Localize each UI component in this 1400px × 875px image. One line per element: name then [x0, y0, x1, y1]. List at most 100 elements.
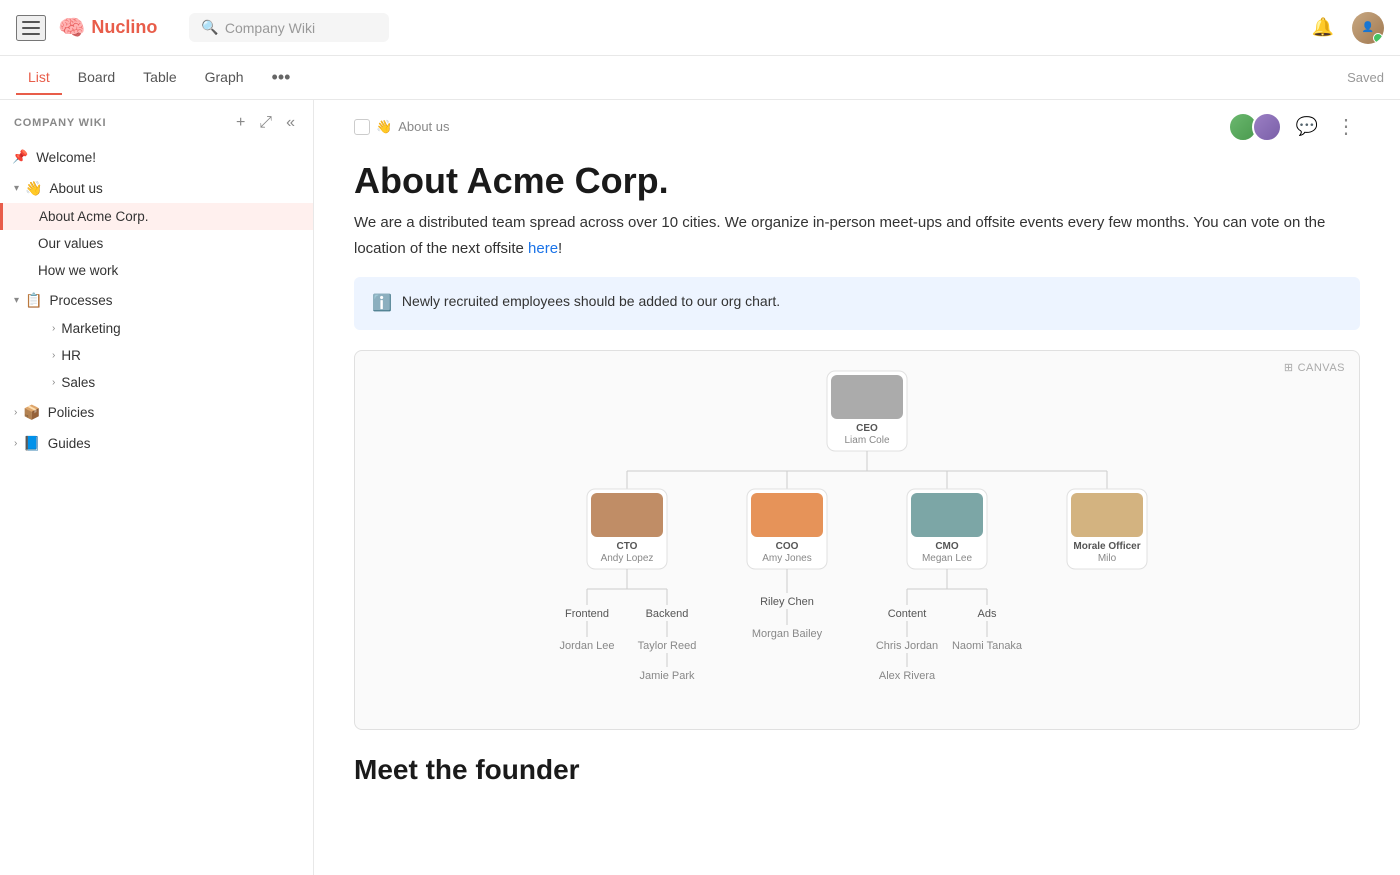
- search-placeholder: Company Wiki: [225, 20, 315, 36]
- body-text-1: We are a distributed team spread across …: [354, 214, 1325, 257]
- sidebar: COMPANY WIKI + ⤢ « 📌 Welcome! ▾ 👋 About …: [0, 100, 314, 875]
- sidebar-item-sales[interactable]: › Sales ☐: [0, 369, 313, 396]
- top-nav: 🧠 Nuclino 🔍 Company Wiki 🔔 👤: [0, 0, 1400, 56]
- tab-list[interactable]: List: [16, 61, 62, 95]
- tab-more-button[interactable]: •••: [264, 63, 299, 92]
- user-avatar[interactable]: 👤: [1352, 12, 1384, 44]
- search-icon: 🔍: [201, 19, 218, 36]
- svg-text:CTO: CTO: [617, 541, 638, 552]
- coo-node[interactable]: COO Amy Jones: [747, 489, 827, 569]
- collab-avatar-2: [1252, 112, 1282, 142]
- riley-chen-label: Riley Chen: [760, 596, 814, 608]
- cto-node[interactable]: CTO Andy Lopez: [587, 489, 667, 569]
- meet-founder-title: Meet the founder: [354, 754, 1360, 786]
- tab-table[interactable]: Table: [131, 61, 188, 95]
- logo-text: Nuclino: [91, 17, 157, 38]
- hamburger-button[interactable]: [16, 15, 46, 41]
- body-paragraph-1: We are a distributed team spread across …: [354, 210, 1360, 261]
- morgan-bailey-label: Morgan Bailey: [752, 628, 823, 640]
- chevron-right-policies: ›: [14, 407, 17, 418]
- chevron-right-marketing: ›: [52, 323, 55, 334]
- cmo-node[interactable]: CMO Megan Lee: [907, 489, 987, 569]
- sidebar-title: COMPANY WIKI: [14, 117, 106, 129]
- morale-officer-node[interactable]: Morale Officer Milo: [1067, 489, 1147, 569]
- breadcrumb-text: About us: [398, 119, 449, 134]
- breadcrumb: 👋 About us: [354, 119, 450, 135]
- chevron-right-sales: ›: [52, 377, 55, 388]
- breadcrumb-icon: 👋: [376, 119, 392, 135]
- chevron-right-guides: ›: [14, 438, 17, 449]
- add-item-button[interactable]: +: [232, 112, 249, 134]
- sidebar-item-marketing[interactable]: › Marketing ☐: [0, 315, 313, 342]
- doc-header-actions: 💬 ⋮: [1228, 110, 1360, 143]
- jamie-park-label: Jamie Park: [639, 670, 695, 682]
- main-layout: COMPANY WIKI + ⤢ « 📌 Welcome! ▾ 👋 About …: [0, 100, 1400, 875]
- tab-graph[interactable]: Graph: [193, 61, 256, 95]
- saved-label: Saved: [1347, 70, 1384, 85]
- canvas-label: ⊞ CANVAS: [1284, 361, 1345, 374]
- content-area: 👋 About us 💬 ⋮ About Acme Corp. We are a…: [314, 100, 1400, 875]
- document-body: We are a distributed team spread across …: [314, 210, 1400, 786]
- sidebar-label-how-we-work: How we work: [38, 263, 288, 278]
- sidebar-item-about-acme[interactable]: About Acme Corp. ☐: [0, 203, 313, 230]
- sidebar-label-processes: Processes: [49, 293, 288, 308]
- svg-text:Amy Jones: Amy Jones: [762, 553, 811, 564]
- info-callout: ℹ️ Newly recruited employees should be a…: [354, 277, 1360, 330]
- sidebar-label-welcome: Welcome!: [36, 150, 96, 165]
- callout-text: Newly recruited employees should be adde…: [402, 291, 780, 312]
- search-bar[interactable]: 🔍 Company Wiki: [189, 13, 389, 42]
- sidebar-item-our-values[interactable]: Our values ☐: [0, 230, 313, 257]
- logo[interactable]: 🧠 Nuclino: [58, 15, 157, 41]
- expand-button[interactable]: ⤢: [255, 112, 276, 134]
- sidebar-item-hr[interactable]: › HR ☐: [0, 342, 313, 369]
- ceo-node[interactable]: CEO Liam Cole: [827, 371, 907, 451]
- sidebar-item-processes[interactable]: ▾ 📋 Processes ☐: [0, 286, 313, 315]
- sidebar-header: COMPANY WIKI + ⤢ «: [0, 100, 313, 142]
- collapse-sidebar-button[interactable]: «: [282, 112, 299, 134]
- sidebar-item-guides[interactable]: › 📘 Guides ☐: [0, 429, 313, 458]
- sidebar-item-welcome[interactable]: 📌 Welcome!: [0, 142, 313, 172]
- svg-text:Andy Lopez: Andy Lopez: [601, 553, 654, 564]
- svg-text:CMO: CMO: [935, 541, 959, 552]
- document-title: About Acme Corp.: [314, 143, 1400, 210]
- sidebar-label-about-us: About us: [49, 181, 288, 196]
- comment-button[interactable]: 💬: [1292, 112, 1322, 141]
- svg-text:COO: COO: [776, 541, 799, 552]
- pin-icon: 📌: [12, 149, 28, 165]
- ads-label: Ads: [978, 608, 997, 620]
- sidebar-group-guides: › 📘 Guides ☐: [0, 429, 313, 458]
- chevron-right-hr: ›: [52, 350, 55, 361]
- canvas-text: CANVAS: [1298, 362, 1345, 374]
- bell-button[interactable]: 🔔: [1308, 13, 1338, 42]
- policies-icon: 📦: [23, 404, 40, 421]
- chevron-down-icon-processes: ▾: [14, 295, 19, 306]
- chevron-down-icon: ▾: [14, 183, 19, 194]
- sidebar-item-about-us[interactable]: ▾ 👋 About us ☐: [0, 174, 313, 203]
- doc-checkbox[interactable]: [354, 119, 370, 135]
- sidebar-item-how-we-work[interactable]: How we work ☐: [0, 257, 313, 284]
- sidebar-label-about-acme: About Acme Corp.: [39, 209, 288, 224]
- about-us-icon: 👋: [25, 180, 42, 197]
- processes-icon: 📋: [25, 292, 42, 309]
- logo-icon: 🧠: [58, 15, 85, 41]
- svg-text:Milo: Milo: [1098, 553, 1117, 564]
- org-chart-svg: CEO Liam Cole: [527, 361, 1187, 711]
- sidebar-item-policies[interactable]: › 📦 Policies ☐: [0, 398, 313, 427]
- sidebar-actions: + ⤢ «: [232, 112, 299, 134]
- svg-text:Morale Officer: Morale Officer: [1073, 541, 1140, 552]
- guides-icon: 📘: [23, 435, 40, 452]
- sidebar-group-processes: ▾ 📋 Processes ☐ › Marketing ☐ › HR ☐ › S…: [0, 286, 313, 396]
- naomi-tanaka-label: Naomi Tanaka: [952, 640, 1023, 652]
- org-chart-canvas[interactable]: ⊞ CANVAS CEO Liam Cole: [354, 350, 1360, 730]
- link-here[interactable]: here: [528, 240, 558, 257]
- sidebar-group-about: ▾ 👋 About us ☐ About Acme Corp. ☐ Our va…: [0, 174, 313, 284]
- sidebar-label-our-values: Our values: [38, 236, 288, 251]
- svg-text:Liam Cole: Liam Cole: [844, 435, 889, 446]
- sidebar-label-guides: Guides: [48, 436, 288, 451]
- org-chart-wrapper: CEO Liam Cole: [355, 351, 1359, 721]
- sidebar-label-policies: Policies: [48, 405, 288, 420]
- sidebar-label-hr: HR: [61, 348, 288, 363]
- more-options-button[interactable]: ⋮: [1332, 110, 1360, 143]
- chris-jordan-label: Chris Jordan: [876, 640, 938, 652]
- tab-board[interactable]: Board: [66, 61, 127, 95]
